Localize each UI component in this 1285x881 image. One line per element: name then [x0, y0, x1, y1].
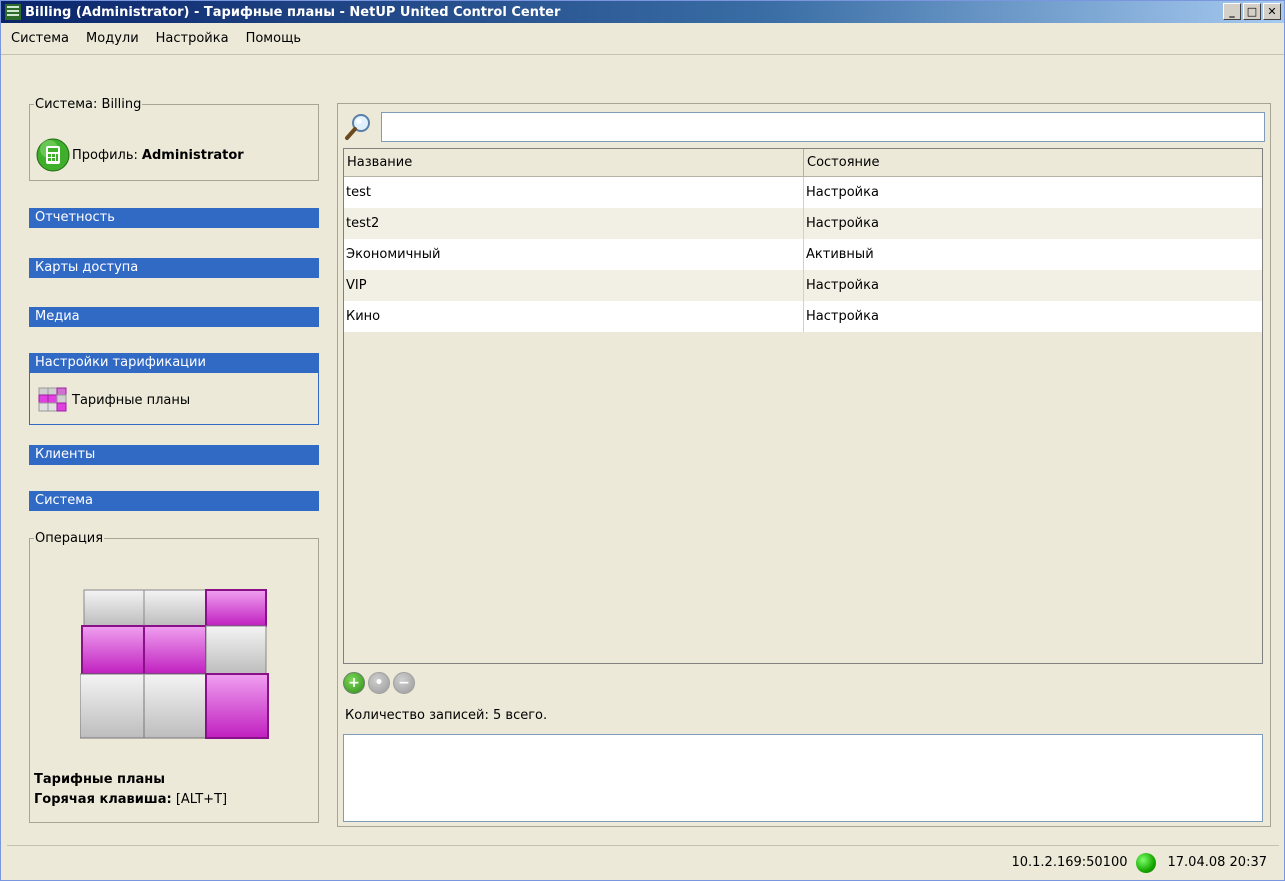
- cell-name: test: [344, 177, 804, 208]
- system-legend: Система: Billing: [35, 97, 142, 112]
- close-button[interactable]: ✕: [1263, 3, 1281, 20]
- menu-help[interactable]: Помощь: [246, 31, 301, 46]
- nav-section-media[interactable]: Медиа: [29, 307, 319, 327]
- column-header-status[interactable]: Состояние: [804, 149, 1262, 176]
- edit-button[interactable]: •: [368, 672, 390, 694]
- app-window: Billing (Administrator) - Тарифные планы…: [0, 0, 1285, 881]
- status-bar: 10.1.2.169:50100 17.04.08 20:37: [7, 845, 1279, 879]
- hotkey-value: [ALT+T]: [175, 792, 228, 807]
- connection-status-icon: [1135, 852, 1156, 873]
- edit-icon: •: [374, 675, 384, 691]
- table-header: Название Состояние: [344, 149, 1262, 177]
- menu-modules[interactable]: Модули: [86, 31, 139, 46]
- operation-name: Тарифные планы: [34, 772, 166, 787]
- plus-icon: +: [348, 675, 360, 691]
- window-title: Billing (Administrator) - Тарифные планы…: [25, 4, 561, 20]
- add-button[interactable]: +: [343, 672, 365, 694]
- record-count: Количество записей: 5 всего.: [345, 708, 548, 723]
- table-row[interactable]: VIP Настройка: [344, 270, 1262, 301]
- nav-section-billing-settings[interactable]: Настройки тарификации: [29, 353, 319, 373]
- cell-status: Настройка: [806, 216, 879, 231]
- operation-group: Операция Тарифные планы Горячая клавиша:: [29, 531, 319, 823]
- tariff-grid-icon: [38, 387, 67, 412]
- nav-section-clients[interactable]: Клиенты: [29, 445, 319, 465]
- table-row[interactable]: Кино Настройка: [344, 301, 1262, 332]
- profile-value: Administrator: [141, 147, 244, 163]
- nav-section-system[interactable]: Система: [29, 491, 319, 511]
- content-panel: Название Состояние test Настройка test2 …: [337, 103, 1271, 827]
- table-row[interactable]: test2 Настройка: [344, 208, 1262, 239]
- cell-status: Активный: [806, 247, 874, 262]
- delete-button[interactable]: −: [393, 672, 415, 694]
- operation-legend: Операция: [35, 531, 104, 546]
- title-bar[interactable]: Billing (Administrator) - Тарифные планы…: [1, 1, 1284, 23]
- cell-name: Экономичный: [344, 239, 804, 270]
- maximize-icon: □: [1246, 5, 1258, 18]
- minimize-button[interactable]: _: [1223, 3, 1241, 20]
- window-controls: _ □ ✕: [1223, 3, 1281, 20]
- maximize-button[interactable]: □: [1243, 3, 1261, 20]
- profile-row: Профиль: Administrator: [36, 138, 244, 172]
- tariff-plans-large-icon: [80, 589, 269, 739]
- hotkey-label: Горячая клавиша:: [34, 792, 172, 807]
- cell-status: Настройка: [806, 185, 879, 200]
- details-area[interactable]: [343, 734, 1263, 822]
- nav-section-reports[interactable]: Отчетность: [29, 208, 319, 228]
- system-group: Система: Billing Профиль: Administrator: [29, 97, 319, 181]
- nav-item-tariff-plans[interactable]: Тарифные планы: [38, 387, 190, 413]
- search-icon[interactable]: [343, 112, 373, 142]
- menu-system[interactable]: Система: [11, 31, 69, 46]
- app-icon: [5, 4, 21, 20]
- cell-status: Настройка: [806, 309, 879, 324]
- search-input[interactable]: [381, 112, 1265, 142]
- server-address: 10.1.2.169:50100: [1011, 855, 1128, 870]
- cell-name: VIP: [344, 270, 804, 301]
- profile-label: Профиль:: [72, 147, 138, 163]
- cell-name: Кино: [344, 301, 804, 332]
- menu-bar: Система Модули Настройка Помощь: [1, 23, 1284, 55]
- status-datetime: 17.04.08 20:37: [1167, 855, 1268, 870]
- menu-settings[interactable]: Настройка: [156, 31, 229, 46]
- minus-icon: −: [398, 675, 410, 691]
- cell-name: test2: [344, 208, 804, 239]
- nav-item-tariff-plans-label: Тарифные планы: [72, 392, 191, 408]
- table-row[interactable]: Экономичный Активный: [344, 239, 1262, 270]
- calculator-icon: [36, 138, 70, 172]
- operation-hotkey: Горячая клавиша: [ALT+T]: [34, 792, 227, 807]
- cell-status: Настройка: [806, 278, 879, 293]
- nav-section-access-cards[interactable]: Карты доступа: [29, 258, 319, 278]
- tariff-plans-table: Название Состояние test Настройка test2 …: [343, 148, 1263, 664]
- nav-section-billing-body: Тарифные планы: [29, 373, 319, 425]
- column-header-name[interactable]: Название: [344, 149, 804, 176]
- table-actions: + • −: [343, 672, 415, 694]
- search-row: [343, 112, 1265, 142]
- close-icon: ✕: [1267, 5, 1277, 18]
- table-row[interactable]: test Настройка: [344, 177, 1262, 208]
- minimize-icon: _: [1229, 5, 1235, 18]
